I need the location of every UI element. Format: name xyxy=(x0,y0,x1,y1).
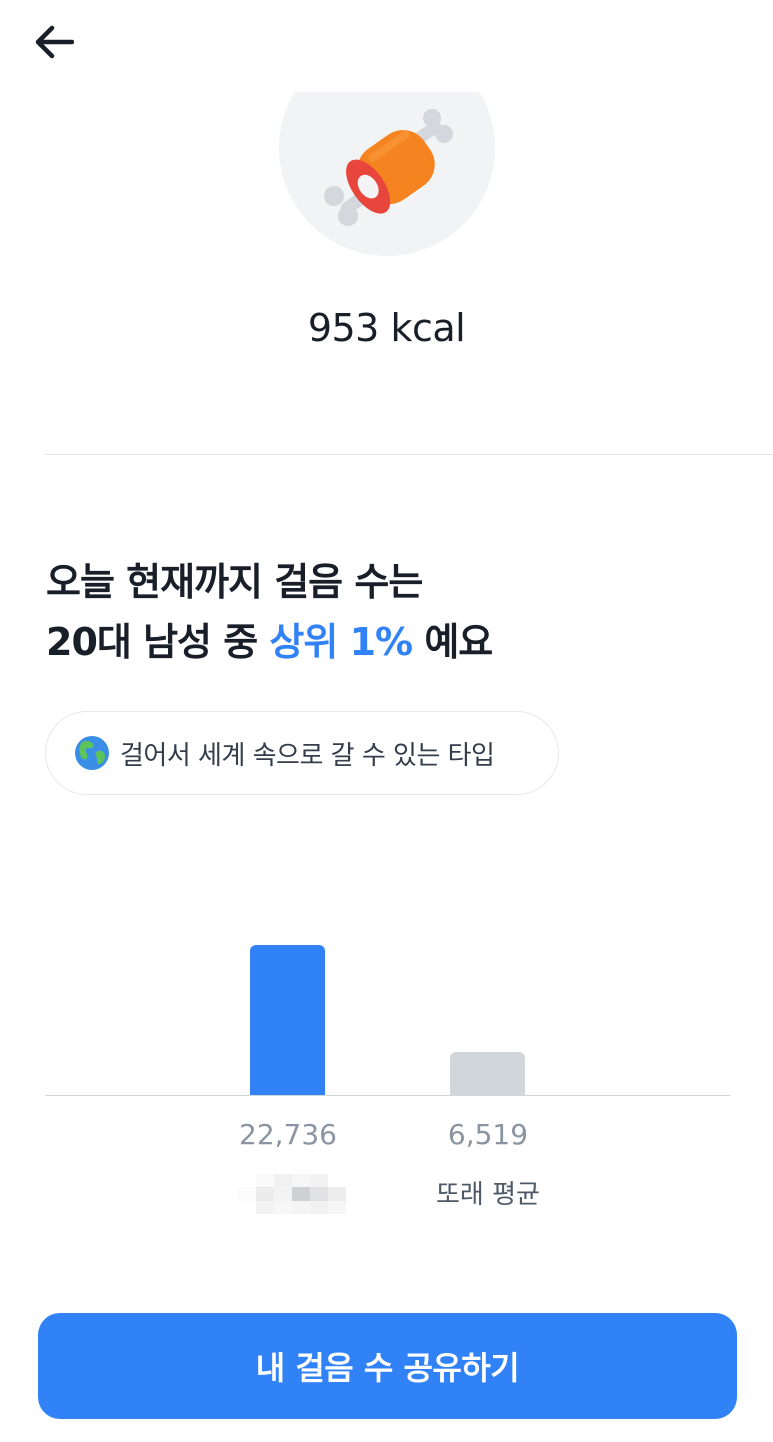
calories-unit: kcal xyxy=(390,306,466,350)
walker-type-chip[interactable]: 걸어서 세계 속으로 갈 수 있는 타입 xyxy=(45,711,559,795)
headline-prefix: 20대 남성 중 xyxy=(46,620,270,664)
ranking-headline: 오늘 현재까지 걸음 수는 20대 남성 중 상위 1% 예요 xyxy=(46,552,493,672)
headline-line-2: 20대 남성 중 상위 1% 예요 xyxy=(46,612,493,672)
blurred-user-name xyxy=(238,1174,346,1214)
step-comparison-chart: 22,736 6,519 또래 평균 xyxy=(0,900,773,1230)
arrow-left-icon xyxy=(35,25,74,59)
chart-baseline xyxy=(45,1095,730,1096)
share-steps-button[interactable]: 내 걸음 수 공유하기 xyxy=(38,1313,737,1419)
hero-image xyxy=(0,92,773,282)
bar-my-steps xyxy=(250,945,325,1095)
headline-line-1: 오늘 현재까지 걸음 수는 xyxy=(46,560,423,604)
headline-suffix: 예요 xyxy=(412,620,493,664)
back-button[interactable] xyxy=(30,20,78,64)
headline-highlight: 상위 1% xyxy=(269,620,413,664)
step-report-screen: 953 kcal 오늘 현재까지 걸음 수는 20대 남성 중 상위 1% 예요… xyxy=(0,0,773,1442)
meat-on-bone-icon xyxy=(324,109,453,226)
walker-type-label: 걸어서 세계 속으로 갈 수 있는 타입 xyxy=(120,740,495,771)
calories-value: 953 xyxy=(307,306,380,350)
section-divider xyxy=(44,454,773,455)
peer-average-label: 또래 평균 xyxy=(436,1180,540,1210)
my-steps-value: 22,736 xyxy=(239,1118,337,1151)
globe-icon xyxy=(75,736,109,770)
peer-average-value: 6,519 xyxy=(447,1118,529,1151)
bar-peer-average xyxy=(450,1052,525,1095)
calories-text: 953 kcal xyxy=(0,306,773,350)
